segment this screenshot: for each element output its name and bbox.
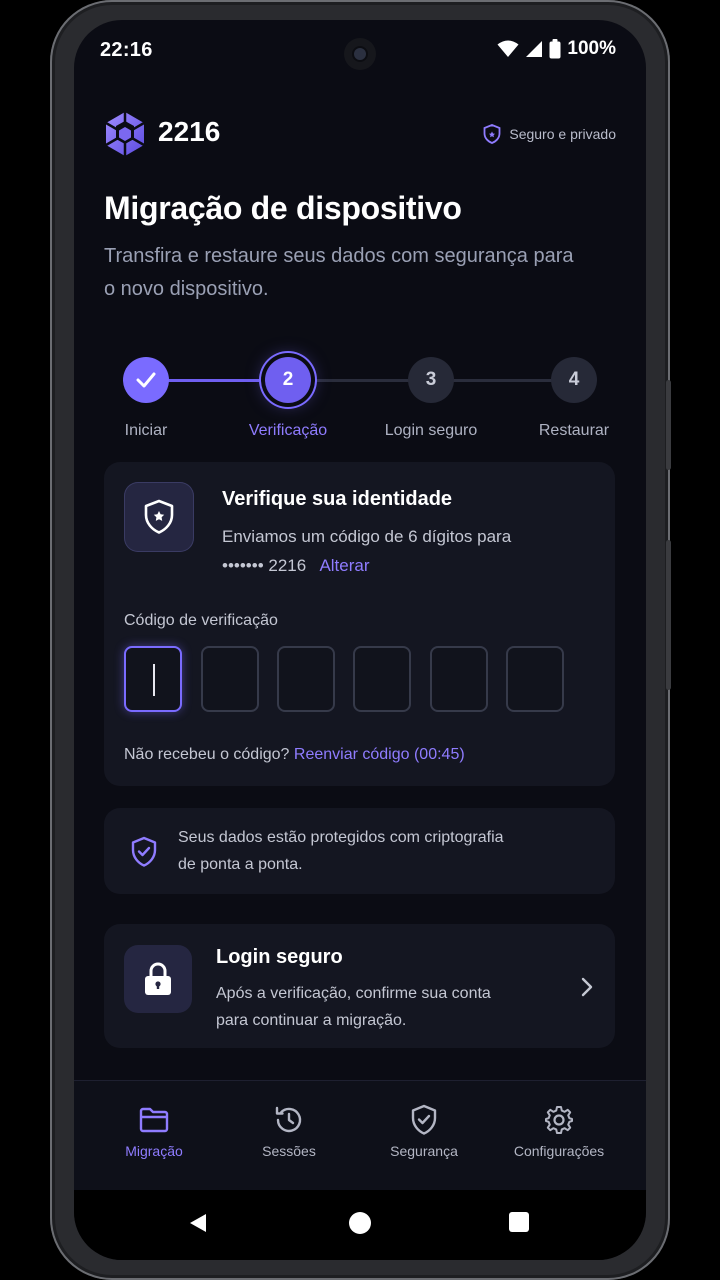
step-4-label: Restaurar	[538, 422, 610, 439]
secure-badge: Seguro e privado	[483, 124, 616, 144]
system-navigation-bar	[74, 1190, 646, 1260]
verify-icon-box	[124, 482, 194, 552]
code-digit-5[interactable]	[430, 646, 488, 712]
step-3-label: Login seguro	[384, 422, 478, 439]
secure-login-card[interactable]: Login seguro Após a verificação, confirm…	[104, 924, 615, 1048]
page-title: Migração de dispositivo	[104, 190, 462, 226]
nav-item-configuracoes[interactable]: Configurações	[489, 1103, 629, 1159]
nav-label-migracao: Migração	[125, 1143, 183, 1159]
encryption-line-2: de ponta a ponta.	[178, 856, 303, 873]
check-icon	[136, 372, 156, 388]
verify-description: Enviamos um código de 6 dígitos para •••…	[222, 522, 511, 580]
code-digit-4[interactable]	[353, 646, 411, 712]
secure-label: Seguro e privado	[509, 126, 616, 142]
step-3-circle: 3	[408, 357, 454, 403]
step-3-number: 3	[425, 369, 437, 390]
login-description: Após a verificação, confirme sua conta p…	[216, 980, 491, 1034]
step-1-label: Iniciar	[124, 422, 168, 439]
code-digit-6[interactable]	[506, 646, 564, 712]
encryption-line-1: Seus dados estão protegidos com criptogr…	[178, 829, 504, 846]
recents-icon[interactable]	[509, 1212, 529, 1232]
nav-label-seguranca: Segurança	[390, 1143, 458, 1159]
shield-check-icon	[411, 1104, 437, 1135]
brand-name: 2216	[158, 116, 221, 147]
status-icons: 100%	[497, 38, 616, 60]
front-camera	[344, 38, 376, 70]
chevron-right-icon	[581, 977, 593, 997]
nav-label-configuracoes: Configurações	[513, 1143, 605, 1159]
resend-prompt: Não recebeu o código?	[124, 746, 290, 763]
verification-card: Verifique sua identidade Enviamos um cód…	[104, 462, 615, 786]
code-digit-1[interactable]	[124, 646, 182, 712]
lock-icon	[145, 962, 171, 995]
code-label: Código de verificação	[124, 612, 278, 629]
resend-row: Não recebeu o código? Reenviar código (0…	[124, 746, 465, 764]
wifi-icon	[497, 40, 519, 57]
home-icon[interactable]	[349, 1212, 371, 1234]
step-2-label: Verificação	[248, 422, 328, 439]
nav-item-sessoes[interactable]: Sessões	[219, 1103, 359, 1159]
battery-percent: 100%	[567, 38, 616, 59]
change-phone-link[interactable]: Alterar	[319, 556, 369, 575]
nav-item-seguranca[interactable]: Segurança	[354, 1103, 494, 1159]
step-4-number: 4	[568, 369, 580, 390]
volume-button	[666, 380, 671, 470]
step-2-circle: 2	[265, 357, 311, 403]
encryption-notice: Seus dados estão protegidos com criptogr…	[104, 808, 615, 894]
back-icon[interactable]	[188, 1212, 208, 1234]
encryption-text: Seus dados estão protegidos com criptogr…	[178, 824, 504, 878]
text-caret	[153, 664, 155, 696]
verify-line-1: Enviamos um código de 6 dígitos para	[222, 527, 512, 546]
shield-check-icon	[131, 836, 157, 867]
page-subtitle: Transfira e restaure seus dados com segu…	[104, 245, 574, 300]
signal-icon	[526, 41, 543, 57]
nav-item-migracao[interactable]: Migração	[84, 1103, 224, 1201]
code-digit-2[interactable]	[201, 646, 259, 712]
verify-title: Verifique sua identidade	[222, 488, 453, 510]
status-time: 22:16	[100, 39, 153, 61]
step-2-number: 2	[282, 369, 294, 390]
resend-code-link[interactable]: Reenviar código (00:45)	[294, 746, 465, 763]
login-line-2: para continuar a migração.	[216, 1012, 407, 1029]
battery-icon	[549, 39, 561, 59]
bottom-navigation: Migração Sessões Segurança Configurações	[74, 1080, 646, 1201]
step-4-circle: 4	[551, 357, 597, 403]
app-logo-icon	[105, 112, 145, 156]
code-digit-3[interactable]	[277, 646, 335, 712]
shield-star-icon	[144, 499, 174, 534]
masked-phone: ••••••• 2216	[222, 556, 307, 575]
screen: 22:16 100% 2216 Seguro e privado Migraçã…	[74, 20, 646, 1260]
migration-stepper: 2 3 4 Iniciar Verificação Login seguro R…	[74, 338, 646, 448]
login-line-1: Após a verificação, confirme sua conta	[216, 985, 491, 1002]
shield-icon	[483, 124, 501, 144]
status-bar: 22:16 100%	[74, 20, 646, 80]
step-1-circle	[123, 357, 169, 403]
folder-icon	[139, 1107, 169, 1133]
gear-icon	[545, 1106, 573, 1134]
app-header: 2216 Seguro e privado	[104, 112, 616, 156]
nav-label-sessoes: Sessões	[262, 1143, 316, 1159]
login-title: Login seguro	[216, 946, 343, 968]
history-icon	[275, 1106, 302, 1133]
power-button	[666, 540, 671, 690]
login-icon-box	[124, 945, 192, 1013]
